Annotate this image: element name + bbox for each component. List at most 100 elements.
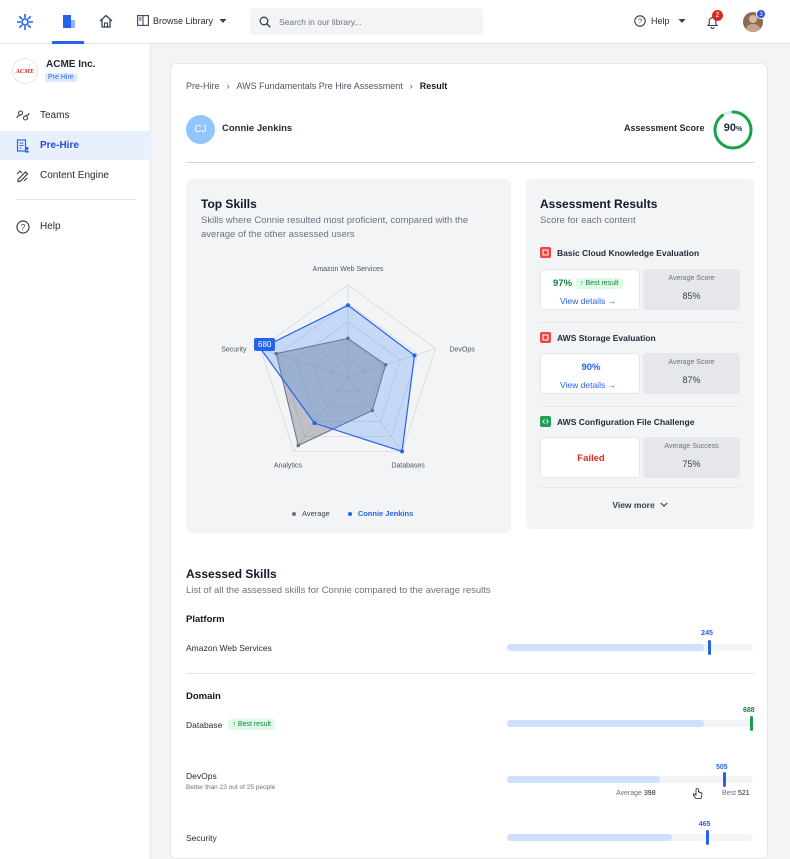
company-name: ACME Inc. [46,59,96,70]
sidebar-item-help[interactable]: ? Help [0,212,151,241]
clipboard-user-icon [16,138,30,153]
svg-text:?: ? [638,17,642,26]
radar-axis-label: Amazon Web Services [313,266,384,273]
org-building-icon[interactable] [62,14,76,29]
average-score-box: Average Score 87% [643,353,740,394]
skill-score-value: 688 [743,707,755,714]
sidebar-item-label: Content Engine [40,170,109,181]
sidebar-item-pre-hire[interactable]: Pre-Hire [0,131,151,160]
chart-legend: Average Connie Jenkins [292,509,413,518]
best-result-badge: ↑ Best result [228,719,275,730]
skill-group-title: Domain [186,691,221,702]
radar-point-candidate [346,303,350,308]
legend-average-dot [292,511,296,516]
skill-score-marker [750,716,753,731]
radar-point-candidate [412,353,417,358]
view-details-link[interactable]: View details → [560,296,616,306]
legend-candidate-dot [347,511,352,516]
skill-score-marker [708,640,712,655]
skill-best-caption: Best 521 [722,790,750,797]
svg-text:?: ? [21,222,26,232]
caret-down-icon [219,18,227,23]
skill-bar-track [507,644,753,651]
radar-axis-label: DevOps [449,347,475,354]
browse-library-button[interactable]: Browse Library [137,15,227,26]
sidebar-divider [16,199,136,200]
view-details-link[interactable]: View details → [560,380,616,390]
quiz-icon [540,332,551,343]
result-item-title: Basic Cloud Knowledge Evaluation [540,247,699,258]
sidebar-item-label: Pre-Hire [40,140,79,151]
skill-detail-text: Better than 23 out of 25 people [186,784,276,791]
hand-cursor-icon [693,788,703,799]
search-placeholder: Search in our library... [279,16,362,27]
radar-point-average [296,443,301,448]
result-card: Pre-Hire › AWS Fundamentals Pre Hire Ass… [170,63,768,859]
header-divider [186,162,754,163]
pencil-ruler-icon [16,169,30,183]
radar-axis-label: Databases [391,462,425,469]
avatar-count-badge: 3 [756,9,766,19]
help-menu-button[interactable]: ? Help [634,15,686,27]
average-success-box: Average Success 75% [643,437,740,478]
radar-point-average [383,362,388,367]
sidebar-item-label: Help [40,221,61,232]
breadcrumb-item-pre-hire[interactable]: Pre-Hire [186,81,220,91]
radar-axis-label: Security [221,347,247,354]
radar-point-candidate [312,421,317,426]
skill-score-marker [722,772,726,787]
legend-candidate-label: Connie Jenkins [357,509,414,518]
breadcrumb-separator-icon: › [226,81,230,91]
sidebar-item-teams[interactable]: Teams [0,101,151,130]
help-label: Help [651,16,670,26]
sidebar-item-label: Teams [40,110,70,121]
radar-point-average [346,336,350,341]
company-logo: ACME [12,58,38,84]
breadcrumb-current: Result [419,81,448,91]
app-logo-icon[interactable] [16,13,34,31]
assessed-skills-title: Assessed Skills [186,567,277,581]
caret-down-icon [678,19,686,23]
skill-bar-track [507,776,753,783]
result-score-box: 97% ↑ Best result View details → [540,269,640,310]
skill-average-fill [507,834,672,841]
skill-name: Security [186,833,217,843]
breadcrumb: Pre-Hire › AWS Fundamentals Pre Hire Ass… [186,81,447,91]
radar-axis-label: Analytics [274,462,303,469]
skill-average-caption: Average 398 [616,790,656,797]
users-icon [16,109,30,123]
average-score-box: Average Score 85% [643,269,740,310]
legend-average-label: Average [302,509,330,518]
top-bar: Browse Library Search in our library... … [0,0,790,44]
result-divider [540,322,740,323]
skill-score-value: 465 [698,821,711,828]
breadcrumb-item-assessment[interactable]: AWS Fundamentals Pre Hire Assessment [237,81,403,91]
skill-bar-track [507,834,753,841]
radar-point-candidate [400,449,405,454]
result-item-title: AWS Configuration File Challenge [540,416,694,427]
top-skills-panel: Top Skills Skills where Connie resulted … [186,179,511,533]
view-more-button[interactable]: View more [526,500,754,510]
company-tag: Pre Hire [45,73,77,82]
result-divider [540,406,740,407]
result-status-failed: Failed [577,453,605,464]
book-icon [137,15,149,26]
chart-tooltip: 680 [254,338,276,351]
assessment-results-panel: Assessment Results Score for each conten… [526,179,754,529]
best-result-badge: ↑ Best result [576,278,623,289]
home-icon[interactable] [99,14,113,28]
result-score-box: Failed [540,437,640,478]
skill-score-value: 245 [701,630,713,637]
assessment-results-subtitle: Score for each content [540,215,636,226]
result-item-title: AWS Storage Evaluation [540,332,656,343]
search-input[interactable]: Search in our library... [250,8,483,35]
skill-group-title: Platform [186,614,225,625]
assessment-results-title: Assessment Results [540,197,658,211]
sidebar-item-content-engine[interactable]: Content Engine [0,161,151,190]
skill-name: Amazon Web Services [186,643,272,653]
chevron-down-icon [660,502,668,507]
result-score: 97% [553,278,573,289]
question-circle-icon: ? [16,219,30,234]
arrow-up-icon: ↑ [232,721,236,728]
code-challenge-icon [540,416,551,427]
